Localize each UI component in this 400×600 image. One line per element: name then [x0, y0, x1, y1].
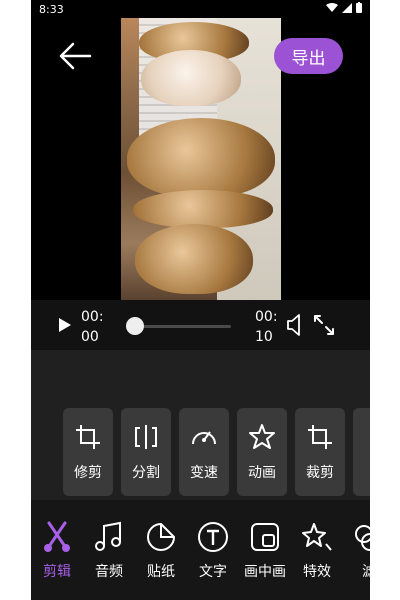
tool-crop[interactable]: 裁剪: [295, 408, 345, 496]
filter-icon: [355, 525, 370, 551]
nav-label: 滤: [362, 564, 370, 580]
more-icon: [363, 422, 370, 452]
nav-label: 文字: [199, 564, 227, 580]
app-screen: 8:33 导出 00: 00 00: 10 修剪 分割 变速 动画 裁剪 剪辑 …: [31, 0, 370, 600]
nav-edit[interactable]: 剪辑: [33, 520, 81, 584]
status-time: 8:33: [39, 3, 64, 16]
kitten-image: [135, 224, 253, 294]
nav-label: 音频: [95, 564, 123, 580]
nav-label: 贴纸: [147, 564, 175, 580]
tool-label: 动画: [248, 465, 276, 481]
nav-label: 剪辑: [43, 564, 71, 580]
seek-knob[interactable]: [126, 317, 144, 335]
tool-label: 分割: [132, 465, 160, 481]
player-controls: 00: 00 00: 10: [31, 300, 370, 350]
crop-icon: [76, 425, 100, 449]
tool-label: 变速: [190, 465, 218, 481]
battery-icon: [356, 2, 362, 13]
music-note-icon: [95, 521, 121, 551]
tool-split[interactable]: 分割: [121, 408, 171, 496]
split-icon: [135, 425, 157, 449]
bottom-nav: 剪辑 音频 贴纸 文字 画中画 特效 滤: [31, 500, 370, 600]
nav-pip[interactable]: 画中画: [241, 520, 289, 584]
nav-text[interactable]: 文字: [189, 520, 237, 584]
wifi-icon: [326, 2, 338, 12]
back-button[interactable]: [55, 36, 95, 76]
kitten-image: [141, 50, 241, 106]
tool-label: 修剪: [74, 465, 102, 481]
arrow-left-icon: [59, 42, 92, 70]
export-button[interactable]: 导出: [274, 38, 343, 74]
nav-filter[interactable]: 滤: [345, 520, 370, 584]
play-icon[interactable]: [57, 317, 73, 333]
sparkle-icon: [302, 523, 332, 551]
edit-tools-panel: 修剪 分割 变速 动画 裁剪: [31, 350, 370, 500]
kitten-image: [133, 190, 273, 228]
nav-label: 特效: [303, 564, 331, 580]
tool-animation[interactable]: 动画: [237, 408, 287, 496]
nav-effects[interactable]: 特效: [293, 520, 341, 584]
status-bar: 8:33: [31, 0, 370, 18]
tool-speed[interactable]: 变速: [179, 408, 229, 496]
picture-in-picture-icon: [251, 523, 279, 551]
nav-sticker[interactable]: 贴纸: [137, 520, 185, 584]
signal-icon: [342, 2, 352, 13]
speedometer-icon: [192, 431, 216, 445]
video-preview-area: 导出: [31, 18, 370, 300]
nav-label: 画中画: [244, 564, 286, 580]
nav-audio[interactable]: 音频: [85, 520, 133, 584]
fullscreen-icon[interactable]: [312, 313, 336, 337]
text-icon: [198, 522, 228, 552]
seek-bar[interactable]: [133, 325, 231, 328]
star-icon: [249, 424, 275, 449]
status-icons: [326, 2, 362, 13]
current-time: 00: 00: [81, 309, 104, 345]
crop-icon: [308, 425, 332, 449]
scissors-icon: [44, 521, 70, 552]
kitten-image: [127, 118, 275, 198]
speaker-icon[interactable]: [286, 313, 302, 337]
tool-more[interactable]: 关: [353, 408, 370, 496]
video-frame[interactable]: [121, 18, 281, 300]
tool-label: 裁剪: [306, 465, 334, 481]
tool-trim[interactable]: 修剪: [63, 408, 113, 496]
sticker-icon: [147, 523, 175, 551]
